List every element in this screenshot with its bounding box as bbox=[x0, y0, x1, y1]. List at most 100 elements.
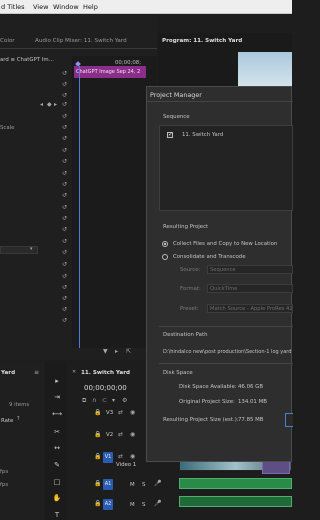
reset-icon[interactable]: ↺ bbox=[62, 159, 67, 165]
reset-icon[interactable]: ↺ bbox=[62, 285, 67, 291]
solo-button[interactable]: S bbox=[142, 482, 145, 488]
add-marker-icon[interactable]: ▾ bbox=[112, 398, 115, 404]
ripple-edit-tool-icon[interactable]: ⟷ bbox=[52, 409, 62, 419]
mute-button[interactable]: M bbox=[130, 482, 135, 488]
play-only-audio-icon[interactable]: ▸ bbox=[115, 349, 118, 355]
reset-icon[interactable]: ↺ bbox=[62, 274, 67, 280]
pen-tool-icon[interactable]: ✎ bbox=[52, 460, 62, 470]
keyframe-add-icon[interactable]: ◆ bbox=[47, 102, 52, 108]
track-select-tool-icon[interactable]: ⇥ bbox=[52, 392, 62, 402]
track-target-a1[interactable]: A1 bbox=[103, 479, 113, 490]
reset-icon[interactable]: ↺ bbox=[62, 262, 67, 268]
reset-icon[interactable]: ↺ bbox=[62, 296, 67, 302]
reset-icon[interactable]: ↺ bbox=[62, 205, 67, 211]
reset-icon[interactable]: ↺ bbox=[62, 136, 67, 142]
tab-sequence[interactable]: 11. Switch Yard bbox=[81, 370, 130, 376]
rectangle-tool-icon[interactable]: □ bbox=[52, 477, 62, 487]
close-icon[interactable]: ✕ bbox=[72, 370, 76, 375]
clip-bar[interactable]: ChatGPT Image Sep 24, 2 bbox=[74, 66, 146, 78]
reset-icon[interactable]: ↺ bbox=[62, 125, 67, 131]
tab-audio-clip-mixer[interactable]: Audio Clip Mixer: 11. Switch Yard bbox=[35, 38, 127, 44]
reset-icon[interactable]: ↺ bbox=[62, 71, 67, 77]
reset-icon[interactable]: ↺ bbox=[62, 216, 67, 222]
hand-tool-icon[interactable]: ✋ bbox=[52, 493, 62, 503]
consolidate-label[interactable]: Consolidate and Transcode bbox=[173, 254, 246, 260]
slip-tool-icon[interactable]: ↔ bbox=[52, 443, 62, 453]
effect-controls-timeline bbox=[72, 56, 157, 348]
menu-titles[interactable]: d Titles bbox=[1, 3, 25, 11]
preset-select[interactable]: Match Source - Apple ProRes 422 bbox=[207, 304, 293, 313]
project-panel bbox=[0, 362, 44, 520]
timeline-timecode[interactable]: 00;00;00;00 bbox=[84, 384, 127, 392]
audio-clip-a1[interactable] bbox=[179, 478, 292, 489]
tab-color[interactable]: Color bbox=[0, 38, 15, 44]
reset-icon[interactable]: ↺ bbox=[62, 102, 67, 108]
reset-icon[interactable]: ↺ bbox=[62, 227, 67, 233]
format-select[interactable]: QuickTime bbox=[207, 284, 293, 293]
frame-rate-column[interactable]: Rate bbox=[1, 418, 13, 424]
lock-icon[interactable]: 🔒 bbox=[94, 432, 101, 438]
lock-icon[interactable]: 🔒 bbox=[94, 481, 101, 487]
panel-menu-icon[interactable]: ≡ bbox=[34, 370, 39, 376]
lock-icon[interactable]: 🔒 bbox=[94, 501, 101, 507]
lock-icon[interactable]: 🔒 bbox=[94, 410, 101, 416]
collect-files-label[interactable]: Collect Files and Copy to New Location bbox=[173, 241, 277, 247]
reset-icon[interactable]: ↺ bbox=[62, 307, 67, 313]
disk-available-value: 46.06 GB bbox=[238, 384, 264, 390]
destination-path[interactable]: D:\hindalco new\post production\Section-… bbox=[163, 349, 291, 355]
solo-button[interactable]: S bbox=[142, 502, 145, 508]
sync-lock-icon[interactable]: ⇄ bbox=[118, 454, 123, 460]
reset-icon[interactable]: ↺ bbox=[62, 114, 67, 120]
resulting-project-header: Resulting Project bbox=[163, 224, 209, 230]
keyframe-next-icon[interactable]: ▸ bbox=[54, 102, 57, 108]
reset-icon[interactable]: ↺ bbox=[62, 148, 67, 154]
calculate-button[interactable] bbox=[285, 413, 293, 427]
menu-help[interactable]: Help bbox=[83, 3, 98, 11]
reset-icon[interactable]: ↺ bbox=[62, 193, 67, 199]
linked-selection-icon[interactable]: ⊂ bbox=[102, 398, 107, 404]
sync-lock-icon[interactable]: ⇄ bbox=[118, 410, 123, 416]
razor-tool-icon[interactable]: ✂ bbox=[52, 427, 62, 437]
dialog-title: Project Manager bbox=[150, 91, 202, 99]
reset-icon[interactable]: ↺ bbox=[62, 93, 67, 99]
eye-icon[interactable]: ◉ bbox=[130, 454, 135, 460]
audio-clip-a2[interactable] bbox=[179, 496, 292, 507]
lock-icon[interactable]: 🔒 bbox=[94, 454, 101, 460]
mic-icon[interactable]: 🎤 bbox=[154, 501, 161, 507]
consolidate-radio[interactable] bbox=[162, 254, 168, 260]
wrench-icon[interactable]: ⚙ bbox=[122, 398, 127, 404]
resulting-size-label: Resulting Project Size (est.): bbox=[163, 417, 239, 423]
mic-icon[interactable]: 🎤 bbox=[154, 481, 161, 487]
video-clip[interactable] bbox=[262, 460, 290, 474]
type-tool-icon[interactable]: T bbox=[52, 510, 62, 520]
menu-window[interactable]: Window bbox=[53, 3, 79, 11]
reset-icon[interactable]: ↺ bbox=[62, 250, 67, 256]
filter-icon[interactable]: ▼ bbox=[103, 349, 108, 355]
track-target-v1[interactable]: V1 bbox=[103, 452, 113, 463]
project-manager-dialog: Project Manager Sequence 11. Switch Yard… bbox=[146, 86, 293, 462]
sync-lock-icon[interactable]: ⇄ bbox=[118, 432, 123, 438]
divider bbox=[159, 363, 293, 364]
selection-tool-icon[interactable]: ▸ bbox=[52, 376, 62, 386]
sequence-checkbox[interactable] bbox=[167, 131, 173, 138]
nest-icon[interactable]: ⧉ bbox=[82, 398, 86, 404]
reset-icon[interactable]: ↺ bbox=[62, 171, 67, 177]
track-target-a2[interactable]: A2 bbox=[103, 499, 113, 510]
snap-icon[interactable]: ∩ bbox=[92, 398, 96, 404]
scale-label: Scale bbox=[0, 125, 15, 131]
reset-icon[interactable]: ↺ bbox=[62, 239, 67, 245]
mute-button[interactable]: M bbox=[130, 502, 135, 508]
collect-files-radio[interactable] bbox=[162, 241, 168, 247]
eye-icon[interactable]: ◉ bbox=[130, 410, 135, 416]
reset-icon[interactable]: ↺ bbox=[62, 318, 67, 324]
eye-icon[interactable]: ◉ bbox=[130, 432, 135, 438]
tab-program-monitor[interactable]: Program: 11. Switch Yard bbox=[162, 38, 242, 44]
fps-value: fps bbox=[0, 482, 9, 488]
export-icon[interactable]: ⇱ bbox=[126, 349, 131, 355]
reset-icon[interactable]: ↺ bbox=[62, 182, 67, 188]
source-select[interactable]: Sequence bbox=[207, 265, 293, 274]
tab-project[interactable]: Yard bbox=[1, 370, 15, 376]
menu-view[interactable]: View bbox=[33, 3, 48, 11]
keyframe-prev-icon[interactable]: ◂ bbox=[40, 102, 43, 108]
reset-icon[interactable]: ↺ bbox=[62, 82, 67, 88]
